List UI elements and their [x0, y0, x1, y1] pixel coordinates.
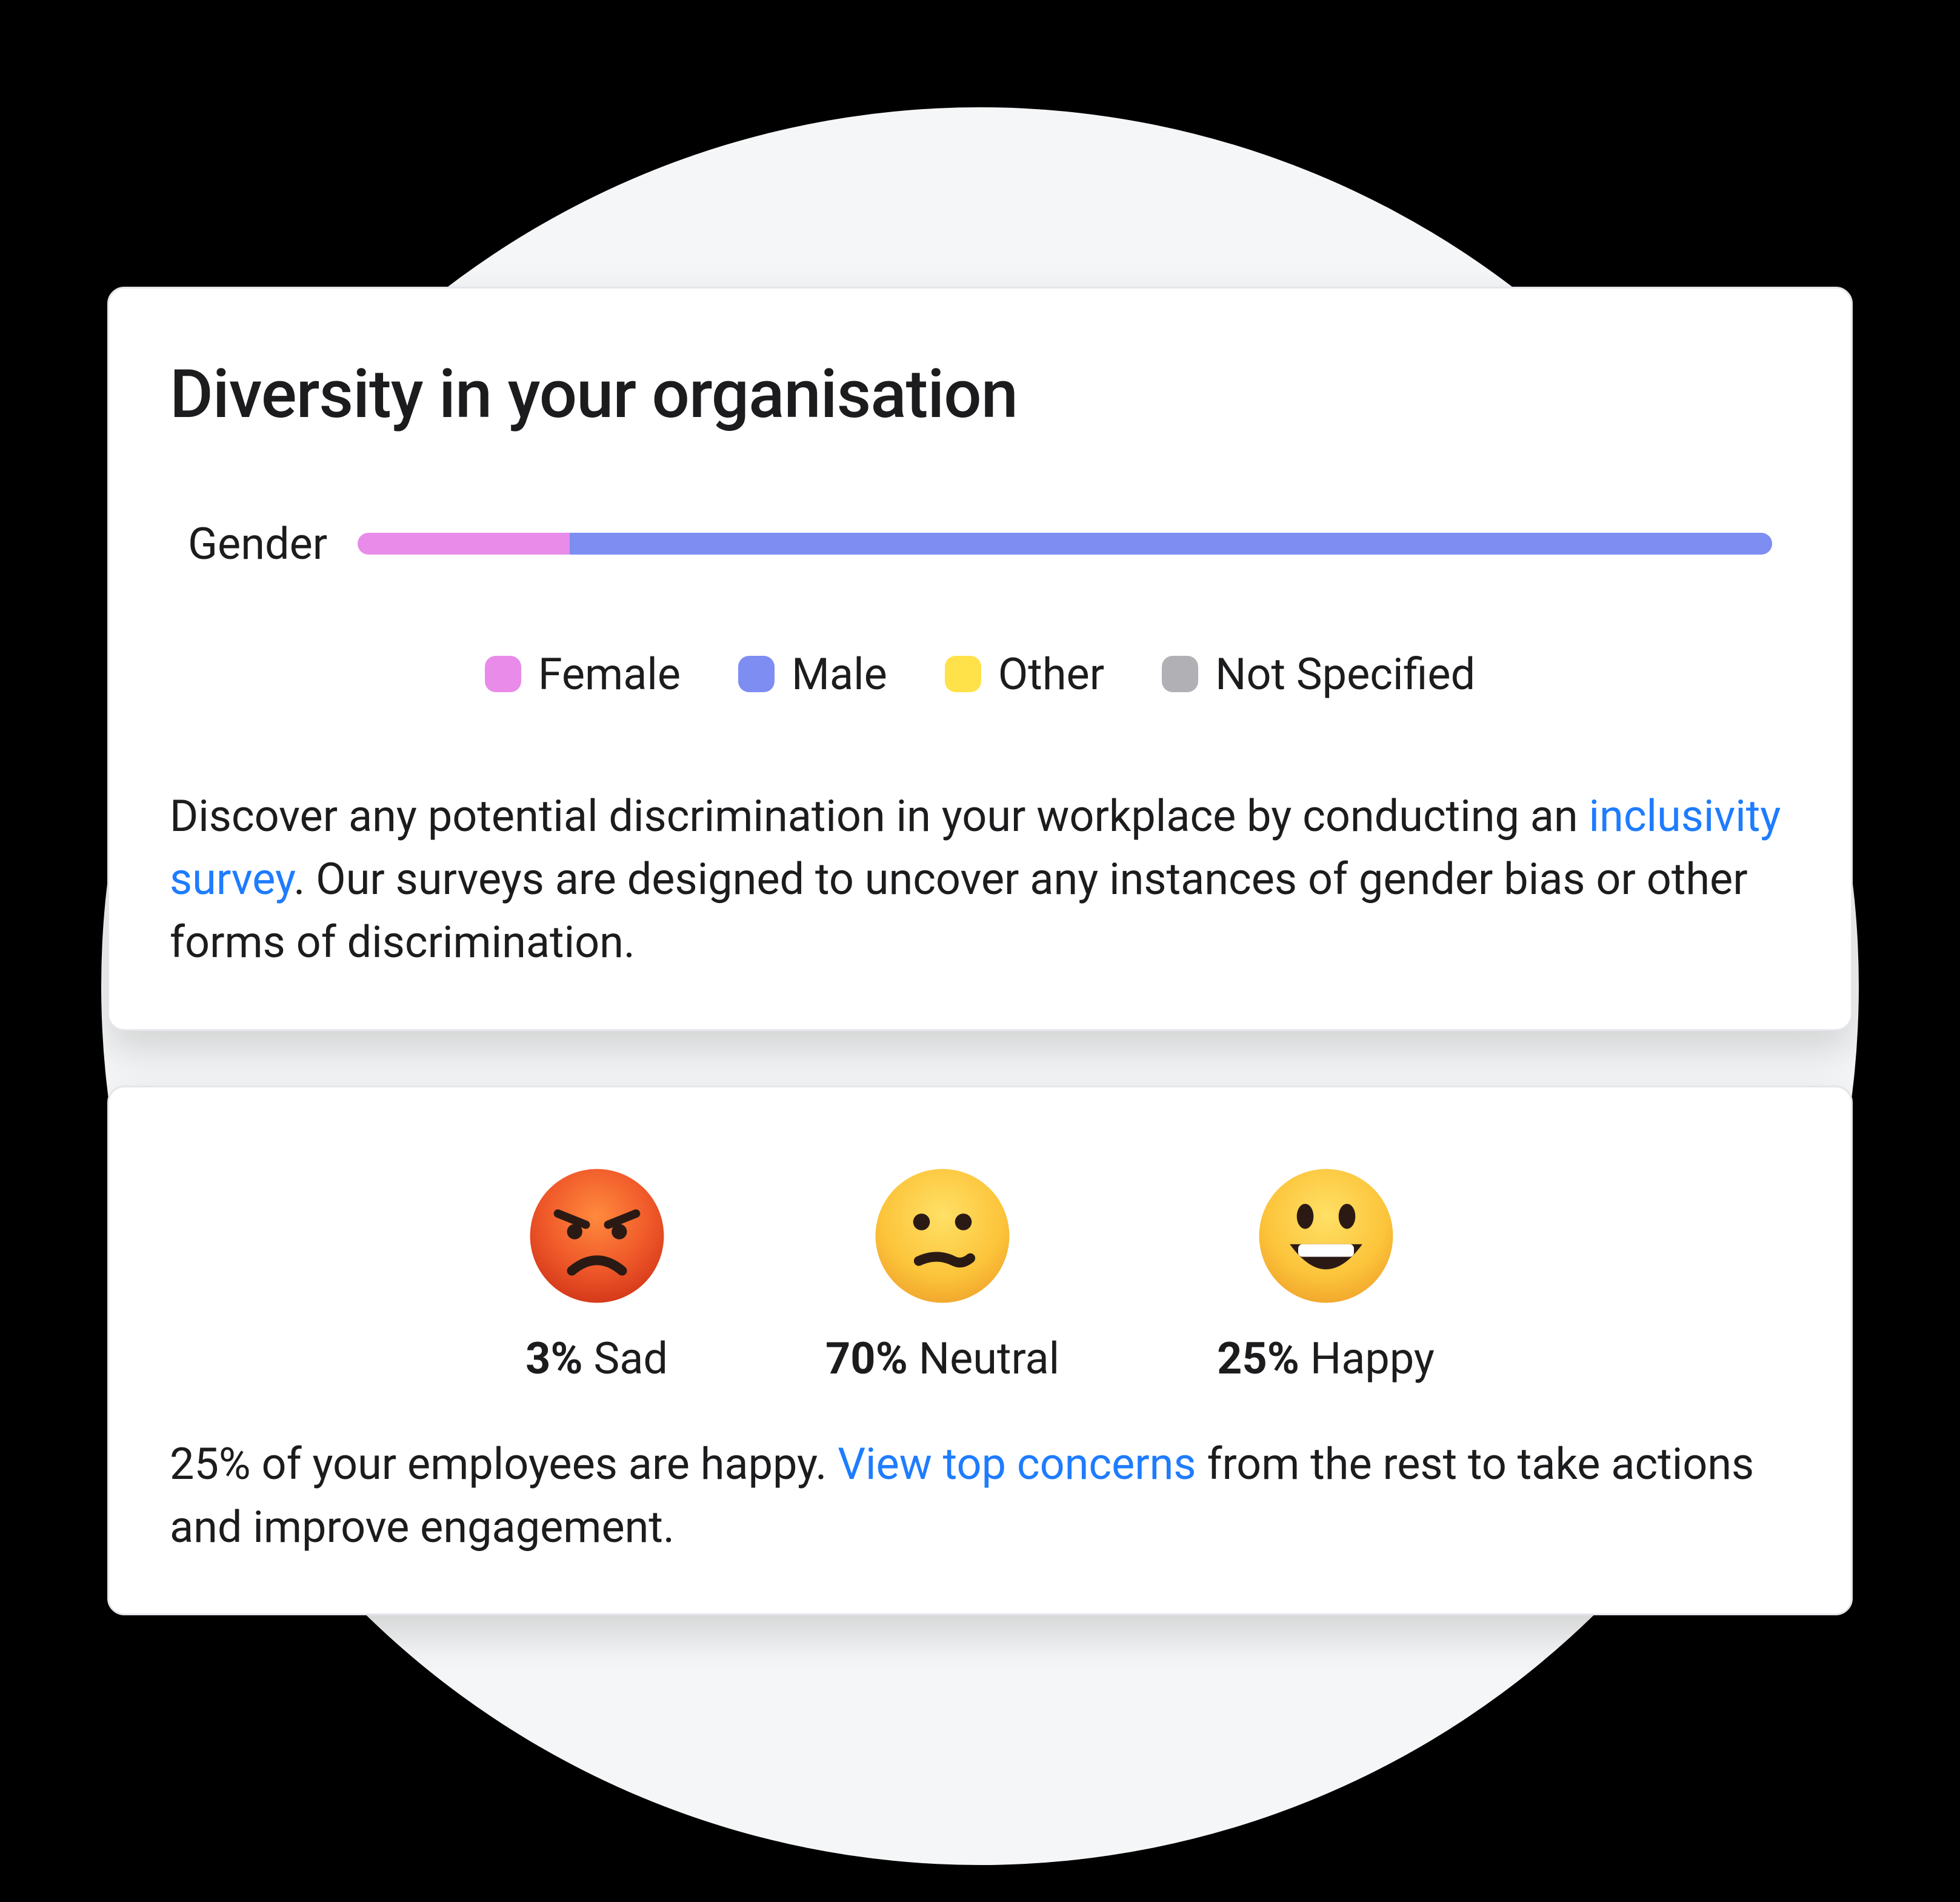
diversity-description: Discover any potential discrimination in…: [170, 785, 1790, 975]
sentiment-label: 3% Sad: [525, 1333, 668, 1384]
legend-label: Other: [998, 649, 1104, 700]
gender-legend: Female Male Other Not Specified: [170, 649, 1790, 700]
sentiment-card: 3% Sad 70% Neutral 25% Happy 25% of your…: [107, 1086, 1853, 1616]
sentiment-item-neutral: 70% Neutral: [825, 1166, 1059, 1384]
gender-bar-track: [358, 533, 1772, 555]
legend-swatch: [485, 656, 521, 692]
gender-bar-label: Gender: [188, 518, 327, 570]
gender-segment-female: [358, 533, 570, 555]
legend-item-not-specified: Not Specified: [1162, 649, 1475, 700]
sentiment-description: 25% of your employees are happy. View to…: [170, 1433, 1790, 1560]
view-top-concerns-link[interactable]: View top concerns: [838, 1438, 1196, 1490]
legend-swatch: [738, 656, 775, 692]
sentiment-label: 25% Happy: [1217, 1333, 1435, 1384]
sentiment-row: 3% Sad 70% Neutral 25% Happy: [170, 1166, 1790, 1384]
happy-face-icon: [1256, 1166, 1396, 1306]
confused-face-icon: [873, 1166, 1012, 1306]
angry-face-icon: [527, 1166, 667, 1306]
legend-item-female: Female: [485, 649, 681, 700]
gender-bar-row: Gender: [188, 518, 1772, 570]
legend-label: Not Specified: [1215, 649, 1475, 700]
diversity-desc-before: Discover any potential discrimination in…: [170, 790, 1589, 842]
legend-item-other: Other: [945, 649, 1104, 700]
legend-label: Male: [792, 649, 887, 700]
legend-swatch: [1162, 656, 1198, 692]
legend-label: Female: [538, 649, 681, 700]
diversity-title: Diversity in your organisation: [170, 355, 1790, 433]
sentiment-desc-before: 25% of your employees are happy.: [170, 1438, 838, 1490]
diversity-desc-after: . Our surveys are designed to uncover an…: [170, 853, 1748, 968]
sentiment-label: 70% Neutral: [825, 1333, 1059, 1384]
sentiment-item-happy: 25% Happy: [1217, 1166, 1435, 1384]
gender-segment-male: [570, 533, 1772, 555]
legend-item-male: Male: [738, 649, 887, 700]
diversity-card: Diversity in your organisation Gender Fe…: [107, 287, 1853, 1031]
sentiment-item-sad: 3% Sad: [525, 1166, 668, 1384]
legend-swatch: [945, 656, 981, 692]
